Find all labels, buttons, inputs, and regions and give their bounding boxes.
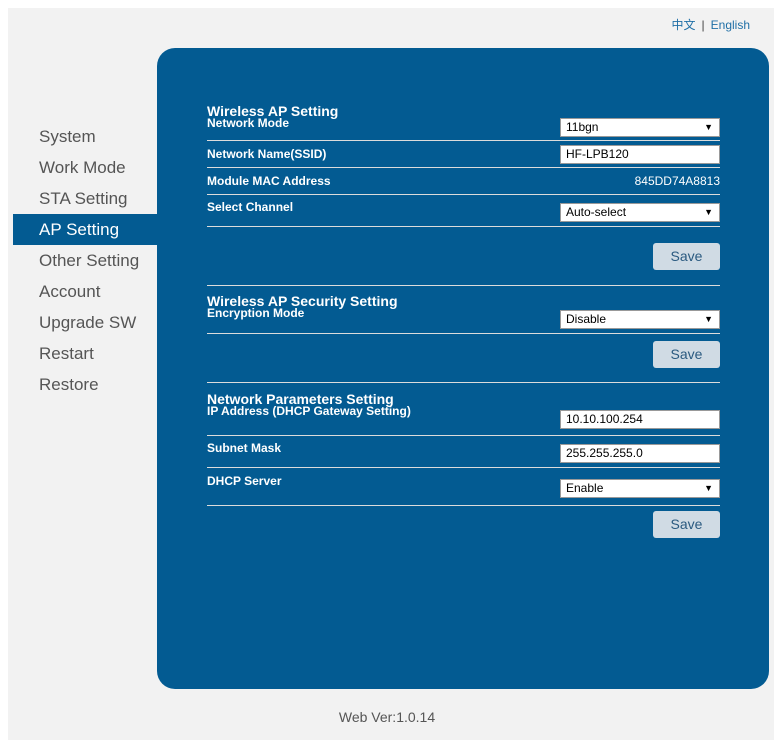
subnet-mask-label: Subnet Mask: [207, 441, 282, 455]
dhcp-server-label: DHCP Server: [207, 474, 282, 488]
sidebar-item-restore[interactable]: Restore: [13, 369, 163, 400]
network-mode-row: Network Mode 11bgn ▼: [207, 116, 720, 141]
sidebar-item-work-mode[interactable]: Work Mode: [13, 152, 163, 183]
footer-version: Web Ver:1.0.14: [338, 709, 436, 725]
section-divider: [207, 285, 720, 286]
security-section: Wireless AP Security Setting Encryption …: [207, 294, 720, 383]
ip-address-input[interactable]: 10.10.100.254: [560, 410, 720, 429]
sidebar-item-other-setting[interactable]: Other Setting: [13, 245, 163, 276]
network-mode-select[interactable]: 11bgn ▼: [560, 118, 720, 137]
subnet-mask-value: 255.255.255.0: [566, 446, 643, 460]
subnet-mask-input[interactable]: 255.255.255.0: [560, 444, 720, 463]
network-save-button[interactable]: Save: [653, 511, 720, 538]
network-mode-value: 11bgn: [566, 120, 599, 134]
encryption-row: Encryption Mode Disable ▼: [207, 306, 720, 334]
ssid-value: HF-LPB120: [566, 147, 629, 161]
ap-setting-section: Wireless AP Setting Network Mode 11bgn ▼…: [207, 104, 720, 286]
dhcp-server-value: Enable: [566, 481, 604, 495]
language-separator: |: [701, 18, 705, 32]
dropdown-arrow-icon: ▼: [704, 314, 713, 324]
language-english-link[interactable]: English: [711, 18, 750, 32]
channel-row: Select Channel Auto-select ▼: [207, 195, 720, 227]
mac-address-label: Module MAC Address: [207, 174, 331, 188]
sidebar-item-system[interactable]: System: [13, 121, 163, 152]
sidebar-item-upgrade-sw[interactable]: Upgrade SW: [13, 307, 163, 338]
subnet-mask-row: Subnet Mask 255.255.255.0: [207, 436, 720, 468]
section-divider: [207, 382, 720, 383]
ssid-label: Network Name(SSID): [207, 147, 327, 161]
mac-address-row: Module MAC Address 845DD74A8813: [207, 168, 720, 195]
settings-panel: Wireless AP Setting Network Mode 11bgn ▼…: [157, 48, 769, 689]
ip-address-label: IP Address (DHCP Gateway Setting): [207, 404, 411, 418]
ip-address-row: IP Address (DHCP Gateway Setting) 10.10.…: [207, 404, 720, 436]
dhcp-server-select[interactable]: Enable ▼: [560, 479, 720, 498]
sidebar-item-restart[interactable]: Restart: [13, 338, 163, 369]
ap-setting-save-button[interactable]: Save: [653, 243, 720, 270]
security-save-button[interactable]: Save: [653, 341, 720, 368]
encryption-label: Encryption Mode: [207, 306, 305, 320]
language-switcher: 中文 | English: [672, 16, 751, 33]
mac-address-value: 845DD74A8813: [634, 174, 720, 188]
dhcp-server-row: DHCP Server Enable ▼: [207, 468, 720, 506]
channel-label: Select Channel: [207, 200, 294, 214]
network-mode-label: Network Mode: [207, 116, 290, 130]
sidebar-item-sta-setting[interactable]: STA Setting: [13, 183, 163, 214]
sidebar-item-account[interactable]: Account: [13, 276, 163, 307]
dropdown-arrow-icon: ▼: [704, 483, 713, 493]
channel-select[interactable]: Auto-select ▼: [560, 203, 720, 222]
ssid-row: Network Name(SSID) HF-LPB120: [207, 141, 720, 168]
language-chinese-link[interactable]: 中文: [672, 18, 696, 32]
dropdown-arrow-icon: ▼: [704, 207, 713, 217]
dropdown-arrow-icon: ▼: [704, 122, 713, 132]
ssid-input[interactable]: HF-LPB120: [560, 145, 720, 164]
ip-address-value: 10.10.100.254: [566, 412, 643, 426]
sidebar-nav: System Work Mode STA Setting AP Setting …: [13, 121, 163, 400]
sidebar-item-ap-setting[interactable]: AP Setting: [13, 214, 163, 245]
network-section: Network Parameters Setting IP Address (D…: [207, 392, 720, 538]
channel-value: Auto-select: [566, 205, 627, 219]
encryption-value: Disable: [566, 312, 607, 326]
encryption-select[interactable]: Disable ▼: [560, 310, 720, 329]
